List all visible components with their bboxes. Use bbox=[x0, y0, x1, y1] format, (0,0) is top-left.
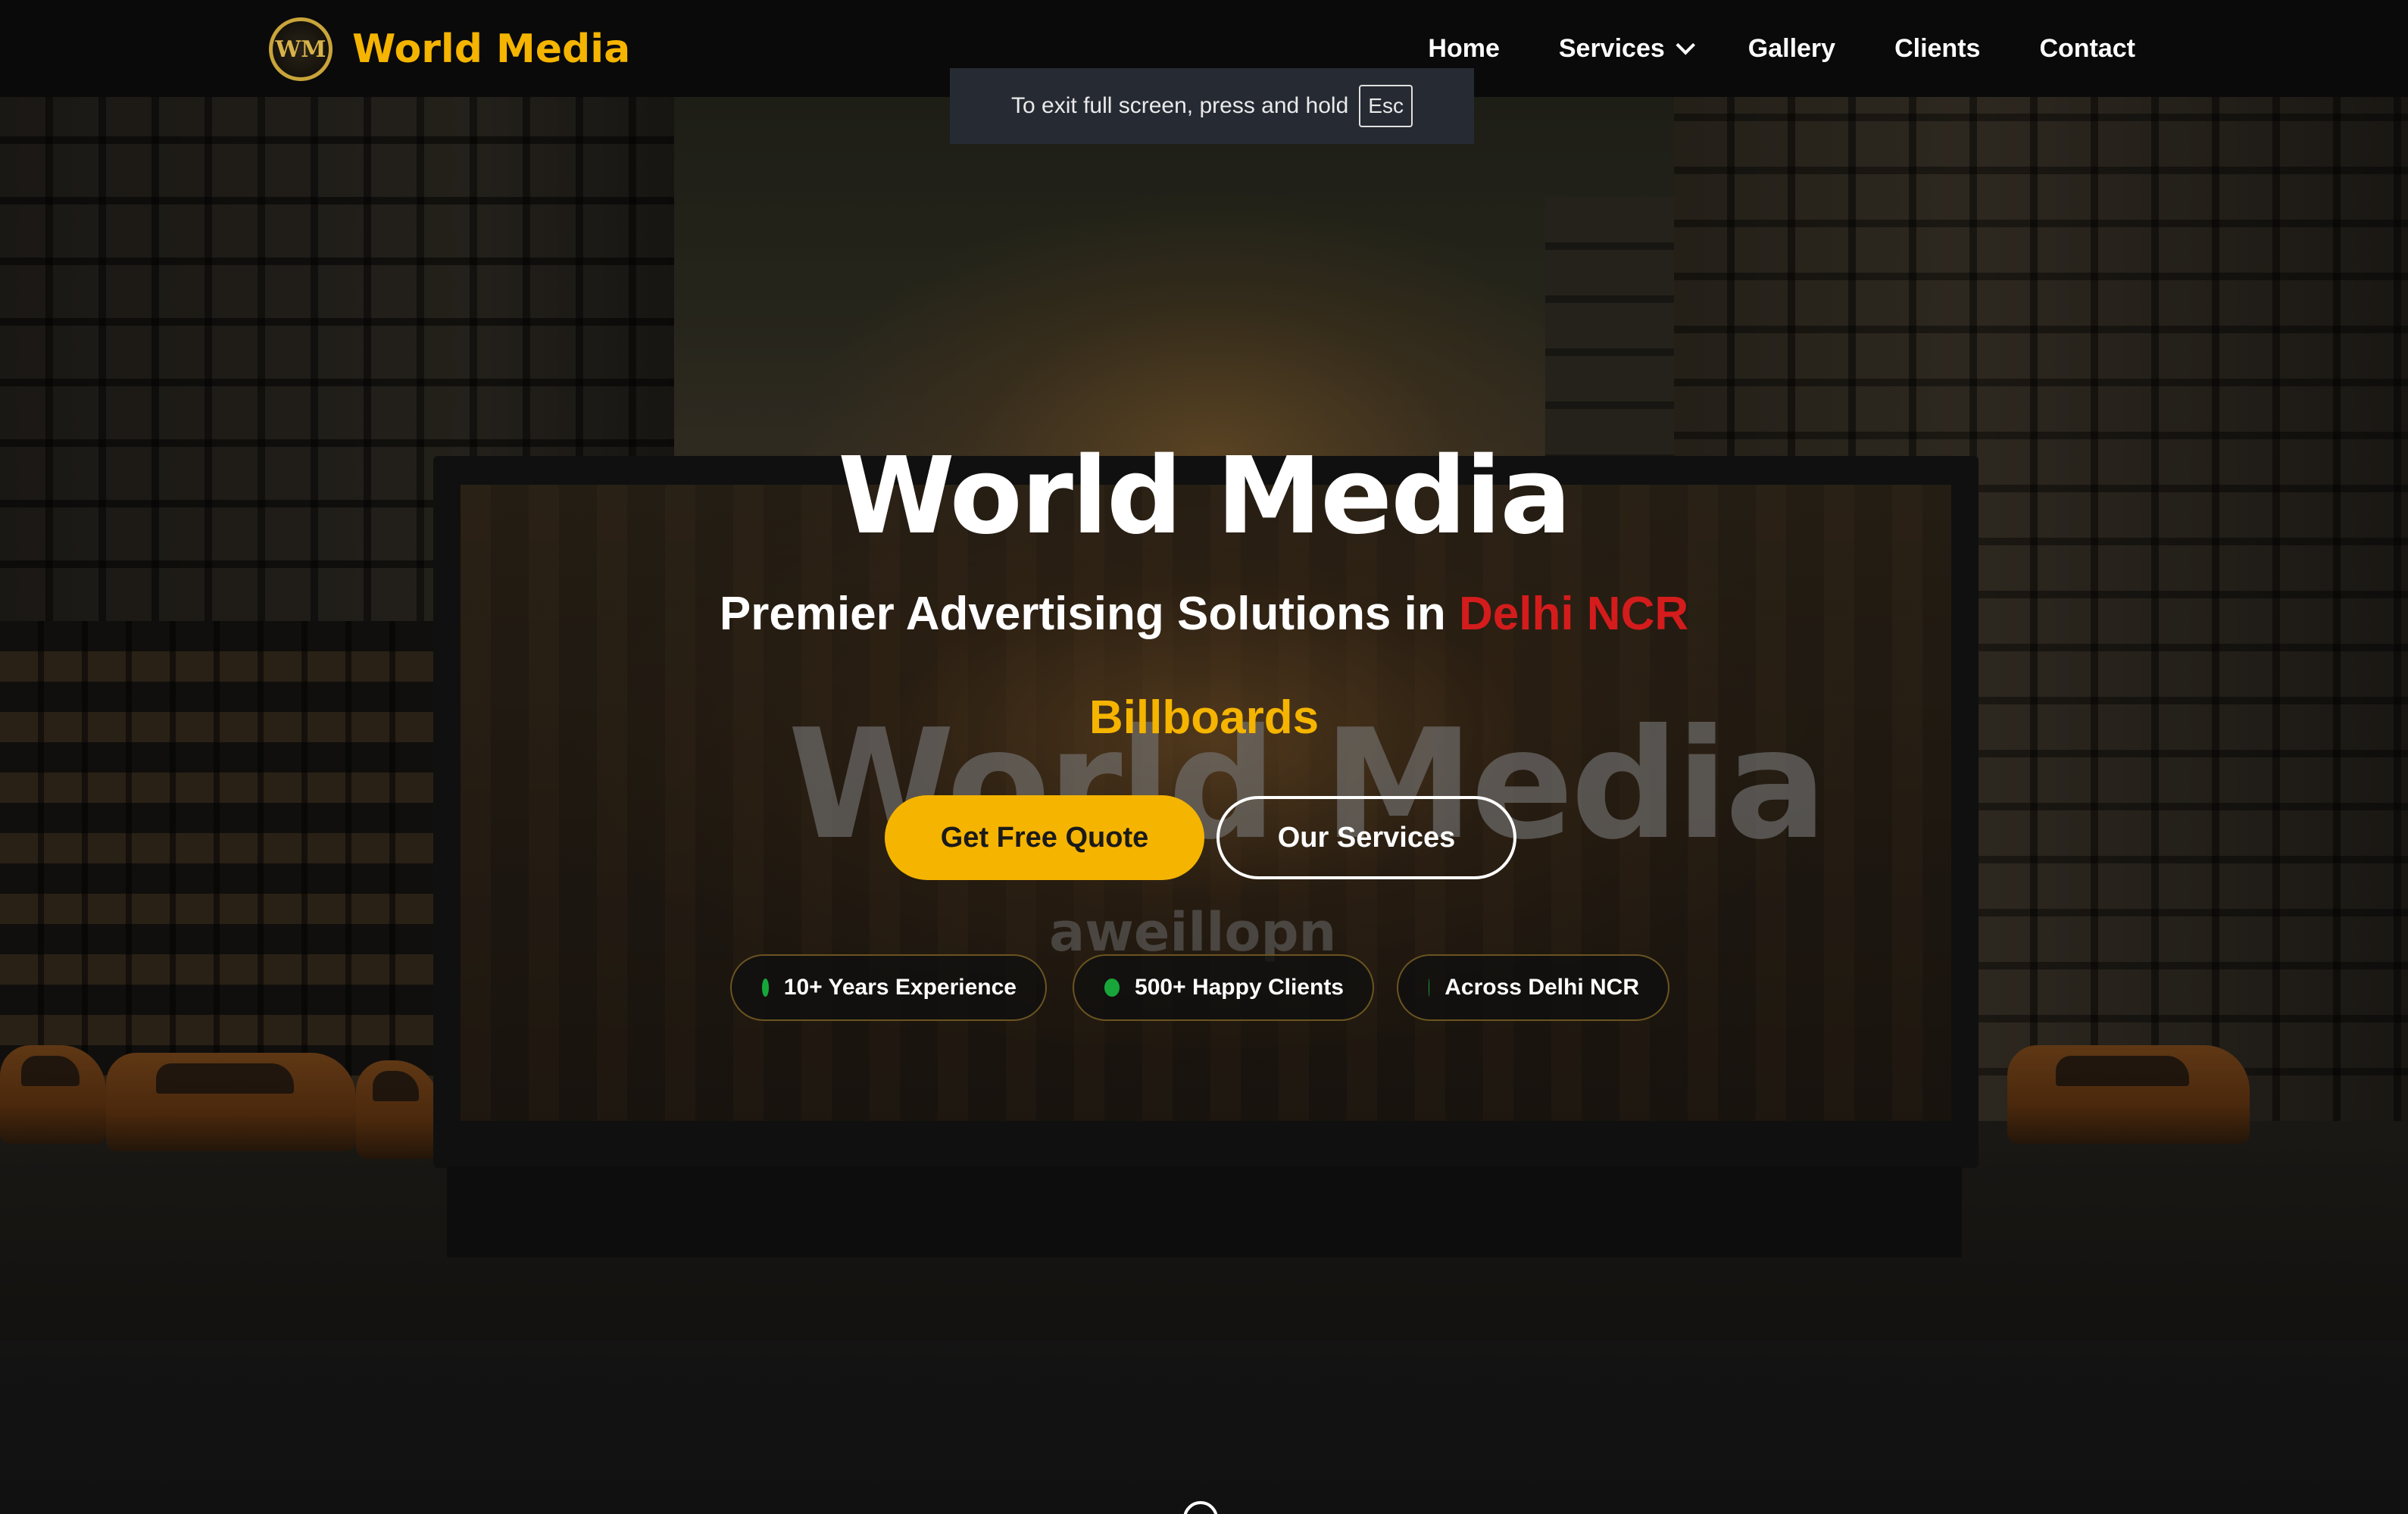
badge-label: Across Delhi NCR bbox=[1444, 975, 1639, 1000]
badge-experience: 10+ Years Experience bbox=[730, 954, 1047, 1021]
nav-gallery-label: Gallery bbox=[1747, 33, 1836, 63]
hero-title: World Media bbox=[838, 435, 1572, 558]
fullscreen-exit-notice: To exit full screen, press and hold Esc bbox=[950, 68, 1474, 144]
our-services-button[interactable]: Our Services bbox=[1216, 796, 1516, 879]
brand-link[interactable]: WM World Media bbox=[269, 17, 630, 82]
fullscreen-notice-text: To exit full screen, press and hold bbox=[1011, 93, 1349, 118]
chevron-down-icon bbox=[1676, 36, 1695, 55]
nav-menu: Home Services Gallery Clients Contact bbox=[1369, 0, 2135, 97]
nav-gallery[interactable]: Gallery bbox=[1748, 34, 1835, 64]
nav-home[interactable]: Home bbox=[1428, 34, 1499, 64]
hero-background: World Media aweillopn bbox=[0, 0, 2408, 1514]
status-dot-icon bbox=[1104, 979, 1120, 997]
nav-contact[interactable]: Contact bbox=[2039, 34, 2135, 64]
hero-rotating-service: Billboards bbox=[1088, 691, 1320, 744]
nav-home-label: Home bbox=[1428, 33, 1500, 63]
esc-key-hint: Esc bbox=[1359, 85, 1413, 127]
hero-dark-overlay bbox=[0, 0, 2408, 1514]
get-free-quote-button[interactable]: Get Free Quote bbox=[885, 795, 1204, 880]
nav-contact-label: Contact bbox=[2039, 33, 2135, 63]
badge-label: 10+ Years Experience bbox=[783, 975, 1017, 1000]
badge-clients: 500+ Happy Clients bbox=[1073, 954, 1374, 1021]
hero-subtitle: Premier Advertising Solutions in Delhi N… bbox=[0, 587, 2408, 641]
hero-subtitle-prefix: Premier Advertising Solutions in bbox=[719, 588, 1446, 640]
nav-services[interactable]: Services bbox=[1558, 33, 1695, 64]
world-media-logo-icon: WM bbox=[269, 17, 333, 81]
status-dot-icon bbox=[762, 979, 769, 997]
badge-coverage: Across Delhi NCR bbox=[1397, 954, 1669, 1021]
nav-clients[interactable]: Clients bbox=[1894, 34, 1980, 64]
nav-services-label: Services bbox=[1558, 33, 1665, 63]
hero-subtitle-accent: Delhi NCR bbox=[1458, 588, 1689, 640]
badge-label: 500+ Happy Clients bbox=[1135, 975, 1344, 1000]
brand-name: World Media bbox=[352, 27, 631, 72]
nav-clients-label: Clients bbox=[1894, 33, 1981, 63]
hero-bottom-fade bbox=[0, 1341, 2408, 1514]
